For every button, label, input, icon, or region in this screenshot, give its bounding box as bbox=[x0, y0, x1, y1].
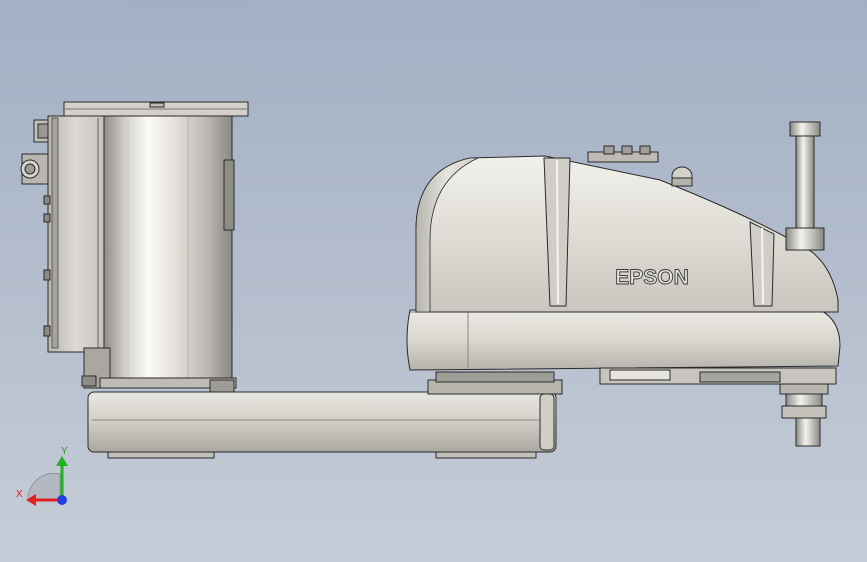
upper-arm bbox=[406, 145, 841, 385]
coordinate-triad[interactable]: Y X bbox=[16, 446, 68, 506]
robot-model[interactable]: EPSON Y X bbox=[0, 0, 867, 562]
y-axis-label: Y bbox=[61, 446, 68, 457]
y-axis-arrowhead bbox=[56, 456, 68, 466]
brand-label: EPSON bbox=[615, 266, 689, 289]
z-axis-dot bbox=[57, 495, 67, 505]
base-column bbox=[20, 101, 249, 395]
cad-viewport[interactable]: EPSON Y X bbox=[0, 0, 867, 562]
x-axis-label: X bbox=[16, 489, 23, 500]
